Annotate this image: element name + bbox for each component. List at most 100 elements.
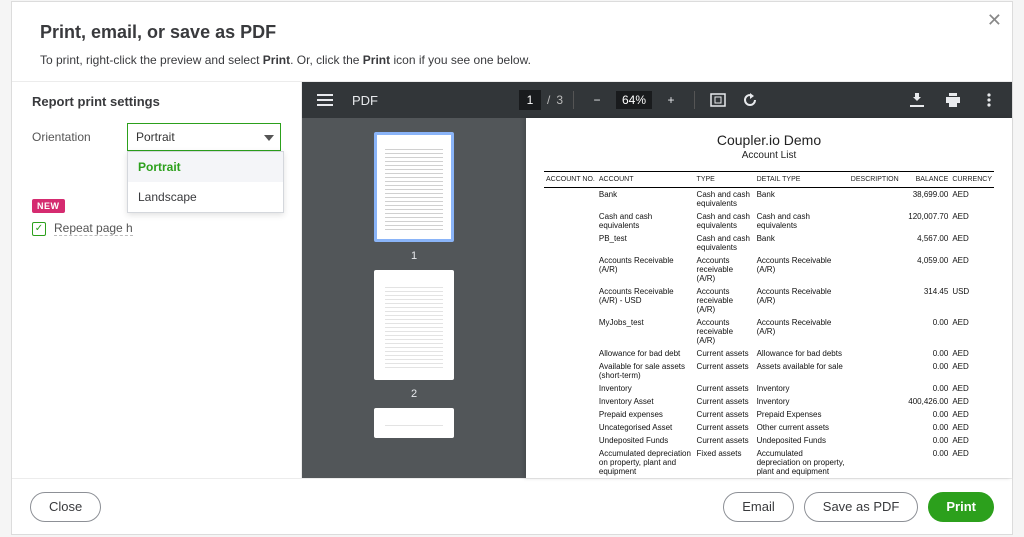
modal-footer: Close Email Save as PDF Print [12, 478, 1012, 534]
cell: Cash and cash equivalents [695, 210, 755, 232]
cell: Prepaid Expenses [755, 408, 849, 421]
cell: MyJobs_test [597, 316, 695, 347]
save-pdf-button[interactable]: Save as PDF [804, 492, 919, 522]
preview-panel: PDF / 3 − 64% + [302, 82, 1012, 478]
cell [849, 188, 901, 211]
cell [849, 285, 901, 316]
page-sep: / [547, 93, 550, 107]
cell [544, 285, 597, 316]
cell [849, 360, 901, 382]
cell: 0.00 [901, 434, 951, 447]
cell [849, 254, 901, 285]
cell: Prepaid expenses [597, 408, 695, 421]
table-row: Inventory AssetCurrent assetsInventory40… [544, 395, 994, 408]
thumbnail-1[interactable] [374, 132, 454, 242]
pdf-page: Coupler.io Demo Account List ACCOUNT NO.… [526, 118, 1012, 478]
zoom-value: 64% [616, 91, 652, 109]
cell: Accounts Receivable (A/R) [597, 254, 695, 285]
cell [544, 408, 597, 421]
cell: PB_test [597, 232, 695, 254]
modal-header: Print, email, or save as PDF To print, r… [12, 2, 1012, 81]
cell [849, 316, 901, 347]
close-icon[interactable]: ✕ [987, 10, 1002, 31]
cell: Cash and cash equivalents [597, 210, 695, 232]
close-button[interactable]: Close [30, 492, 101, 522]
cell: AED [950, 232, 994, 254]
pdf-body: 1 2 Coupler.io Demo Account List ACCOUNT… [302, 118, 1012, 478]
new-badge: NEW [32, 199, 65, 213]
print-button[interactable]: Print [928, 492, 994, 522]
cell [544, 395, 597, 408]
table-row: Prepaid expensesCurrent assetsPrepaid Ex… [544, 408, 994, 421]
cell [544, 316, 597, 347]
cell: 120,007.70 [901, 210, 951, 232]
table-row: Cash and cash equivalentsCash and cash e… [544, 210, 994, 232]
cell: 0.00 [901, 382, 951, 395]
page-number-input[interactable] [519, 90, 541, 110]
cell: Accounts Receivable (A/R) [755, 254, 849, 285]
table-row: PB_testCash and cash equivalentsBank4,56… [544, 232, 994, 254]
zoom-in-button[interactable]: + [658, 87, 684, 113]
cell: Uncategorised Asset [597, 421, 695, 434]
cell [849, 232, 901, 254]
cell: USD [950, 285, 994, 316]
thumbnail-3[interactable] [374, 408, 454, 438]
cell: 0.00 [901, 447, 951, 478]
cell: Inventory [755, 382, 849, 395]
repeat-header-checkbox[interactable]: ✓ [32, 222, 46, 236]
cell: Undeposited Funds [755, 434, 849, 447]
cell [849, 382, 901, 395]
cell [544, 347, 597, 360]
orientation-option-portrait[interactable]: Portrait [128, 152, 283, 182]
more-icon[interactable] [976, 87, 1002, 113]
subtext-bold: Print [263, 53, 290, 67]
cell: Accounts Receivable (A/R) [755, 285, 849, 316]
zoom-out-button[interactable]: − [584, 87, 610, 113]
thumbnail-2[interactable] [374, 270, 454, 380]
cell: 38,699.00 [901, 188, 951, 211]
subtext-part: . Or, click the [290, 53, 363, 67]
cell: Inventory Asset [597, 395, 695, 408]
cell: Accumulated depreciation on property, pl… [597, 447, 695, 478]
thumbnail-2-label: 2 [411, 388, 417, 400]
cell: Bank [597, 188, 695, 211]
orientation-option-landscape[interactable]: Landscape [128, 182, 283, 212]
modal-body: Report print settings Orientation Portra… [12, 81, 1012, 478]
cell: Bank [755, 188, 849, 211]
rotate-icon[interactable] [737, 87, 763, 113]
cell: Current assets [695, 382, 755, 395]
cell: Inventory [755, 395, 849, 408]
cell: Current assets [695, 408, 755, 421]
table-row: Available for sale assets (short-term)Cu… [544, 360, 994, 382]
download-icon[interactable] [904, 87, 930, 113]
cell: AED [950, 434, 994, 447]
email-button[interactable]: Email [723, 492, 794, 522]
col-type: TYPE [695, 172, 755, 188]
thumbnail-strip[interactable]: 1 2 [302, 118, 526, 478]
orientation-select[interactable]: Portrait [127, 123, 281, 151]
table-header-row: ACCOUNT NO. ACCOUNT TYPE DETAIL TYPE DES… [544, 172, 994, 188]
cell: Fixed assets [695, 447, 755, 478]
cell: Available for sale assets (short-term) [597, 360, 695, 382]
subtext-part: icon if you see one below. [390, 53, 531, 67]
cell [544, 254, 597, 285]
cell [544, 421, 597, 434]
print-icon[interactable] [940, 87, 966, 113]
fit-page-icon[interactable] [705, 87, 731, 113]
page-total: 3 [556, 93, 563, 107]
col-description: DESCRIPTION [849, 172, 901, 188]
cell: Accounts receivable (A/R) [695, 316, 755, 347]
cell: AED [950, 254, 994, 285]
cell [544, 360, 597, 382]
report-title: Coupler.io Demo [544, 132, 994, 148]
cell [849, 421, 901, 434]
menu-icon[interactable] [312, 87, 338, 113]
cell: 0.00 [901, 421, 951, 434]
cell: AED [950, 395, 994, 408]
table-row: Accumulated depreciation on property, pl… [544, 447, 994, 478]
cell [849, 210, 901, 232]
modal-subtext: To print, right-click the preview and se… [40, 53, 984, 67]
cell: AED [950, 210, 994, 232]
subtext-bold: Print [363, 53, 390, 67]
cell: Allowance for bad debts [755, 347, 849, 360]
